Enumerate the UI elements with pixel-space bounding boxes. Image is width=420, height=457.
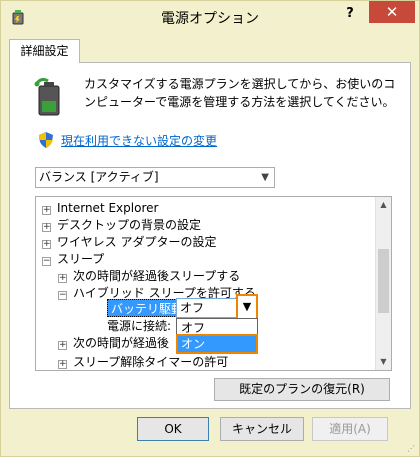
- tree-item-sleep[interactable]: − スリープ: [42, 251, 104, 268]
- power-options-window: 電源オプション ? ✕ 詳細設定 カスタマイズする電源プランを選択してから、お使…: [0, 0, 420, 457]
- tree-item-label: 電源に接続:: [107, 319, 172, 333]
- tree-item-label: 次の時間が経過後: [73, 336, 170, 350]
- battery-icon: [34, 77, 64, 117]
- ok-button[interactable]: OK: [137, 417, 209, 441]
- resize-grip-icon[interactable]: ⋰: [407, 444, 417, 454]
- expand-icon[interactable]: +: [42, 223, 51, 232]
- scroll-thumb[interactable]: [378, 249, 389, 313]
- title-bar: 電源オプション ? ✕: [1, 1, 419, 33]
- tree-item-plugged-in[interactable]: 電源に接続:: [107, 318, 171, 335]
- help-button[interactable]: ?: [336, 3, 364, 25]
- collapse-icon[interactable]: −: [42, 257, 51, 266]
- settings-tree[interactable]: + Internet Explorer + デスクトップの背景の設定 + ワイヤレス …: [35, 196, 392, 371]
- tree-item-wireless-adapter[interactable]: + ワイヤレス アダプターの設定: [42, 234, 216, 251]
- tree-item-label: デスクトップの背景の設定: [57, 218, 202, 232]
- expand-icon[interactable]: +: [58, 341, 67, 350]
- tree-item-hibernate-after[interactable]: + 次の時間が経過後: [58, 335, 169, 352]
- scroll-down-icon[interactable]: ▼: [376, 354, 391, 370]
- power-plan-select[interactable]: バランス [アクティブ] ▼: [35, 167, 275, 188]
- scroll-up-icon[interactable]: ▲: [376, 197, 391, 213]
- power-plan-value: バランス [アクティブ]: [39, 170, 159, 184]
- restore-plan-defaults-button[interactable]: 既定のプランの復元(R): [214, 378, 390, 401]
- change-unavailable-settings-link[interactable]: 現在利用できない設定の変更: [61, 132, 217, 149]
- tree-item-sleep-after[interactable]: + 次の時間が経過後スリープする: [58, 268, 240, 285]
- collapse-icon[interactable]: −: [58, 291, 67, 300]
- tree-item-label: Internet Explorer: [57, 201, 159, 215]
- on-battery-dropdown: オフ オン: [176, 318, 258, 354]
- expand-icon[interactable]: +: [42, 240, 51, 249]
- expand-icon[interactable]: +: [42, 206, 51, 215]
- expand-icon[interactable]: +: [58, 360, 67, 369]
- cancel-button[interactable]: キャンセル: [220, 417, 304, 441]
- tab-advanced-settings[interactable]: 詳細設定: [9, 39, 80, 63]
- tree-item-desktop-background[interactable]: + デスクトップの背景の設定: [42, 217, 201, 234]
- tree-item-label: スリープ解除タイマーの許可: [73, 355, 229, 369]
- close-button[interactable]: ✕: [369, 1, 415, 23]
- dropdown-option-off[interactable]: オフ: [178, 320, 256, 336]
- tree-item-internet-explorer[interactable]: + Internet Explorer: [42, 200, 158, 217]
- tree-item-wake-timers[interactable]: + スリープ解除タイマーの許可: [58, 354, 229, 370]
- tree-item-label: スリープ: [57, 252, 105, 266]
- tree-item-label: ワイヤレス アダプターの設定: [57, 235, 217, 249]
- expand-icon[interactable]: +: [58, 274, 67, 283]
- shield-icon: [39, 132, 53, 148]
- chevron-down-icon[interactable]: ▼: [236, 294, 258, 320]
- intro-description: カスタマイズする電源プランを選択してから、お使いのコンピューターで電源を管理する…: [84, 77, 396, 109]
- advanced-settings-panel: カスタマイズする電源プランを選択してから、お使いのコンピューターで電源を管理する…: [9, 62, 411, 409]
- chevron-down-icon: ▼: [261, 172, 269, 183]
- on-battery-value: オフ: [180, 301, 205, 315]
- tree-scrollbar[interactable]: ▲ ▼: [375, 197, 391, 370]
- tree-item-label: 次の時間が経過後スリープする: [73, 269, 241, 283]
- dropdown-option-on[interactable]: オン: [176, 334, 258, 354]
- apply-button[interactable]: 適用(A): [312, 417, 388, 441]
